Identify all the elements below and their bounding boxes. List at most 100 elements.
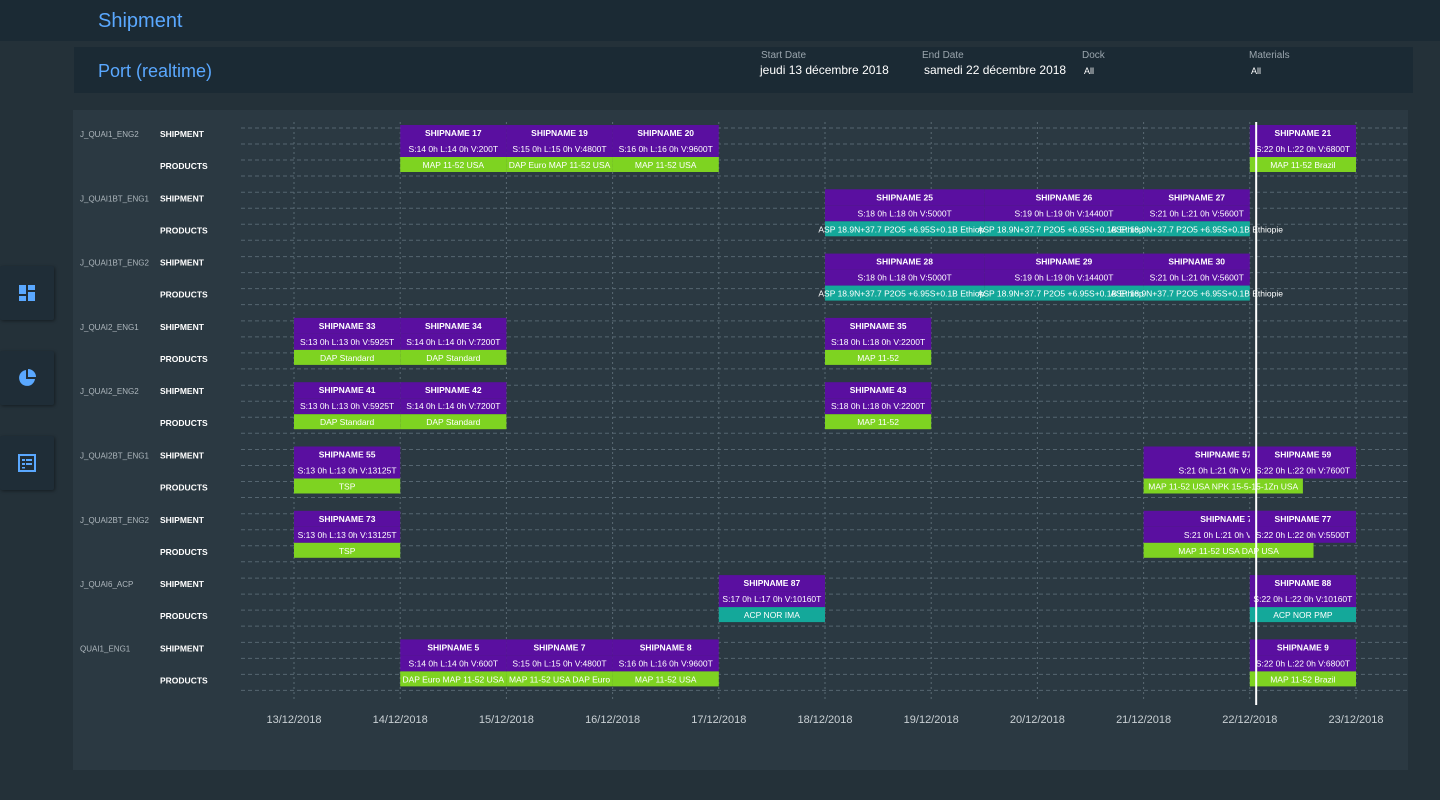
shipment-name: SHIPNAME 34 xyxy=(425,321,482,331)
product-label: DAP Euro MAP 11-52 USA xyxy=(509,160,611,170)
dashboard-icon xyxy=(19,285,35,301)
product-label: MAP 11-52 USA xyxy=(635,160,697,170)
shipment-name: SHIPNAME 9 xyxy=(1277,642,1329,652)
product-label: DAP Standard xyxy=(320,417,374,427)
top-bar: Shipment xyxy=(0,0,1440,41)
dashboard-button[interactable] xyxy=(0,266,54,320)
shipment-info: S:13 0h L:13 0h V:5925T xyxy=(300,401,394,411)
product-label: ASP 18.9N+37.7 P2O5 +6.95S+0.1B Ethiopie xyxy=(1110,289,1283,299)
shipment-name: SHIPNAME 57 xyxy=(1195,450,1252,460)
shipment-name: SHIPNAME 29 xyxy=(1036,257,1093,267)
shipment-info: S:18 0h L:18 0h V:5000T xyxy=(858,208,952,218)
product-label: MAP 11-52 Brazil xyxy=(1270,674,1335,684)
shipment-info: S:14 0h L:14 0h V:200T xyxy=(409,144,498,154)
shipment-name: SHIPNAME 33 xyxy=(319,321,376,331)
shipment-row-label: SHIPMENT xyxy=(160,386,205,396)
page-title: Port (realtime) xyxy=(98,61,213,81)
end-date-field[interactable]: samedi 22 décembre 2018 xyxy=(924,63,1066,77)
app-title: Shipment xyxy=(98,10,183,32)
product-label: DAP Standard xyxy=(426,353,480,363)
product-label: DAP Euro MAP 11-52 USA xyxy=(403,674,505,684)
products-row-label: PRODUCTS xyxy=(160,611,208,621)
products-row-label: PRODUCTS xyxy=(160,418,208,428)
x-tick-label: 21/12/2018 xyxy=(1116,714,1171,726)
products-row-label: PRODUCTS xyxy=(160,675,208,685)
product-label: MAP 11-52 USA xyxy=(635,674,697,684)
end-date-label: End Date xyxy=(922,50,964,61)
report-button[interactable] xyxy=(0,436,54,490)
shipment-row-label: SHIPMENT xyxy=(160,579,205,589)
shipment-row-label: SHIPMENT xyxy=(160,258,205,268)
shipment-row-label: SHIPMENT xyxy=(160,451,205,461)
gantt-chart: 13/12/2018 14/12/2018 15/12/2018 16/12/2018… xyxy=(80,122,1408,726)
products-row-label: PRODUCTS xyxy=(160,290,208,300)
materials-select[interactable]: All xyxy=(1251,66,1261,76)
shipment-name: SHIPNAME 88 xyxy=(1275,578,1332,588)
shipment-row-label: SHIPMENT xyxy=(160,193,205,203)
x-tick-label: 18/12/2018 xyxy=(797,714,852,726)
shipment-info: S:18 0h L:18 0h V:2200T xyxy=(831,401,925,411)
product-label: TSP xyxy=(339,482,356,492)
product-label: TSP xyxy=(339,546,356,556)
product-label: MAP 11-52 Brazil xyxy=(1270,160,1335,170)
shipment-name: SHIPNAME 25 xyxy=(876,192,933,202)
dock-label: J_QUAI6_ACP xyxy=(80,580,133,589)
products-row-label: PRODUCTS xyxy=(160,225,208,235)
dock-label: J_QUAI2_ENG2 xyxy=(80,387,139,396)
x-tick-label: 19/12/2018 xyxy=(904,714,959,726)
product-label: DAP Standard xyxy=(320,353,374,363)
shipment-info: S:22 0h L:22 0h V:5500T xyxy=(1256,530,1350,540)
product-label: MAP 11-52 xyxy=(857,417,899,427)
shipment-name: SHIPNAME 77 xyxy=(1275,514,1332,524)
materials-label: Materials xyxy=(1249,50,1290,61)
dock-label: J_QUAI1BT_ENG1 xyxy=(80,194,149,203)
shipment-info: S:18 0h L:18 0h V:2200T xyxy=(831,337,925,347)
shipment-name: SHIPNAME 28 xyxy=(876,257,933,267)
shipment-name: SHIPNAME 59 xyxy=(1275,450,1332,460)
shipment-info: S:16 0h L:16 0h V:9600T xyxy=(619,144,713,154)
products-row-label: PRODUCTS xyxy=(160,483,208,493)
shipment-row-label: SHIPMENT xyxy=(160,515,205,525)
shipment-info: S:22 0h L:22 0h V:6800T xyxy=(1256,144,1350,154)
shipment-name: SHIPNAME 30 xyxy=(1168,257,1225,267)
shipment-name: SHIPNAME 17 xyxy=(425,128,482,138)
shipment-name: SHIPNAME 55 xyxy=(319,450,376,460)
dock-label: J_QUAI2_ENG1 xyxy=(80,323,139,332)
dock-label: J_QUAI2BT_ENG2 xyxy=(80,516,149,525)
pie-chart-icon xyxy=(19,369,36,386)
dock-label: J_QUAI1_ENG2 xyxy=(80,130,139,139)
shipment-name: SHIPNAME 87 xyxy=(744,578,801,588)
shipment-name: SHIPNAME 5 xyxy=(427,642,479,652)
product-label: ASP 18.9N+37.7 P2O5 +6.95S+0.1B Ethiopie xyxy=(818,224,991,234)
shipment-name: SHIPNAME 21 xyxy=(1275,128,1332,138)
product-label: ASP 18.9N+37.7 P2O5 +6.95S+0.1B Ethiopie xyxy=(818,289,991,299)
x-tick-label: 17/12/2018 xyxy=(691,714,746,726)
shipment-info: S:21 0h L:21 0h V:5600T xyxy=(1150,208,1244,218)
start-date-label: Start Date xyxy=(761,50,807,61)
dock-label: QUAI1_ENG1 xyxy=(80,644,131,653)
shipment-name: SHIPNAME 26 xyxy=(1036,192,1093,202)
product-label: ASP 18.9N+37.7 P2O5 +6.95S+0.1B Ethiopie xyxy=(1110,224,1283,234)
x-tick-label: 13/12/2018 xyxy=(266,714,321,726)
dock-label: Dock xyxy=(1082,50,1105,61)
shipment-name: SHIPNAME 7 xyxy=(534,642,586,652)
x-tick-label: 15/12/2018 xyxy=(479,714,534,726)
x-tick-label: 22/12/2018 xyxy=(1222,714,1277,726)
shipment-info: S:14 0h L:14 0h V:600T xyxy=(409,658,498,668)
shipment-info: S:14 0h L:14 0h V:7200T xyxy=(406,337,500,347)
shipment-name: SHIPNAME 19 xyxy=(531,128,588,138)
shipment-info: S:18 0h L:18 0h V:5000T xyxy=(858,273,952,283)
start-date-field[interactable]: jeudi 13 décembre 2018 xyxy=(760,63,889,77)
shipment-name: SHIPNAME 8 xyxy=(640,642,692,652)
shipment-info: S:19 0h L:19 0h V:14400T xyxy=(1014,273,1113,283)
report-icon xyxy=(18,454,36,472)
shipment-info: S:13 0h L:13 0h V:5925T xyxy=(300,337,394,347)
shipment-name: SHIPNAME 75 xyxy=(1200,514,1257,524)
shipment-name: SHIPNAME 27 xyxy=(1168,192,1225,202)
product-label: MAP 11-52 xyxy=(857,353,899,363)
dock-select[interactable]: All xyxy=(1084,66,1094,76)
shipment-info: S:13 0h L:13 0h V:13125T xyxy=(298,530,397,540)
pie-chart-button[interactable] xyxy=(0,351,54,405)
product-label: ACP NOR IMA xyxy=(744,610,800,620)
shipment-info: S:17 0h L:17 0h V:10160T xyxy=(722,594,821,604)
